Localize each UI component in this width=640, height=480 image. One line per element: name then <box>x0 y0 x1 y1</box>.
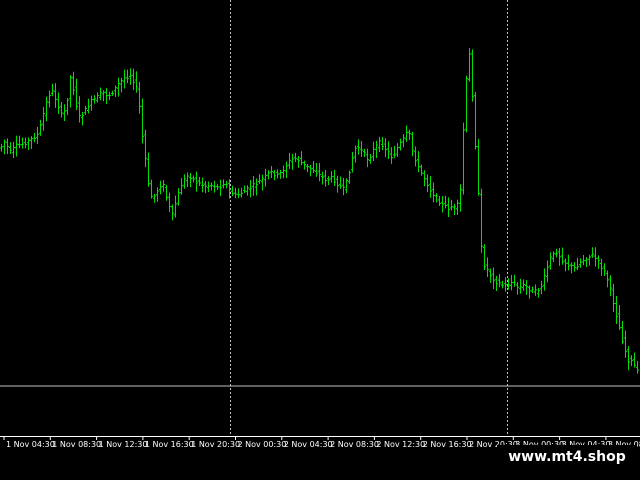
time-tick-label: 1 Nov 08:30 <box>52 440 101 449</box>
time-tick-label: 1 Nov 20:30 <box>191 440 240 449</box>
time-tick-label: 1 Nov 04:30 <box>6 440 55 449</box>
watermark-url[interactable]: www.mt4.shop <box>497 445 637 469</box>
time-tick-label: 2 Nov 16:30 <box>423 440 472 449</box>
time-tick-label: 2 Nov 00:30 <box>238 440 287 449</box>
time-tick-label: 1 Nov 12:30 <box>99 440 148 449</box>
chart-background <box>0 0 640 480</box>
chart-window[interactable]: 1 Nov 04:30 1 Nov 08:30 1 Nov 12:30 1 Nov 1… <box>0 0 640 480</box>
price-chart[interactable]: 1 Nov 04:301 Nov 08:301 Nov 12:301 Nov 1… <box>0 0 640 480</box>
time-tick-label: 2 Nov 04:30 <box>284 440 333 449</box>
time-tick-label: 1 Nov 16:30 <box>145 440 194 449</box>
time-tick-label: 2 Nov 08:30 <box>330 440 379 449</box>
time-tick-label: 2 Nov 12:30 <box>376 440 425 449</box>
